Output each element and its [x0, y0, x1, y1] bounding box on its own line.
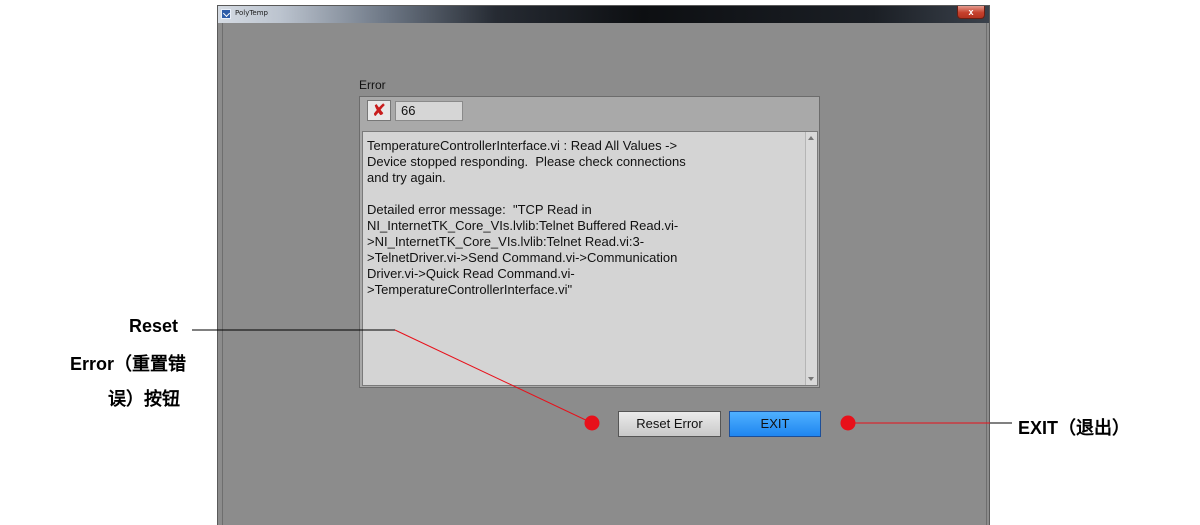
- reset-annotation-line-3: 误）按钮: [108, 389, 180, 409]
- reset-callout-marker: [584, 415, 600, 431]
- exit-callout-marker: [840, 415, 856, 431]
- reset-annotation-line-1: Reset: [128, 316, 178, 336]
- reset-callout-pointer: [394, 329, 593, 424]
- exit-annotation: EXIT（退出）: [1018, 418, 1131, 438]
- annotation-layer: [192, 329, 1012, 431]
- reset-annotation-line-2: Error（重置错: [69, 354, 186, 374]
